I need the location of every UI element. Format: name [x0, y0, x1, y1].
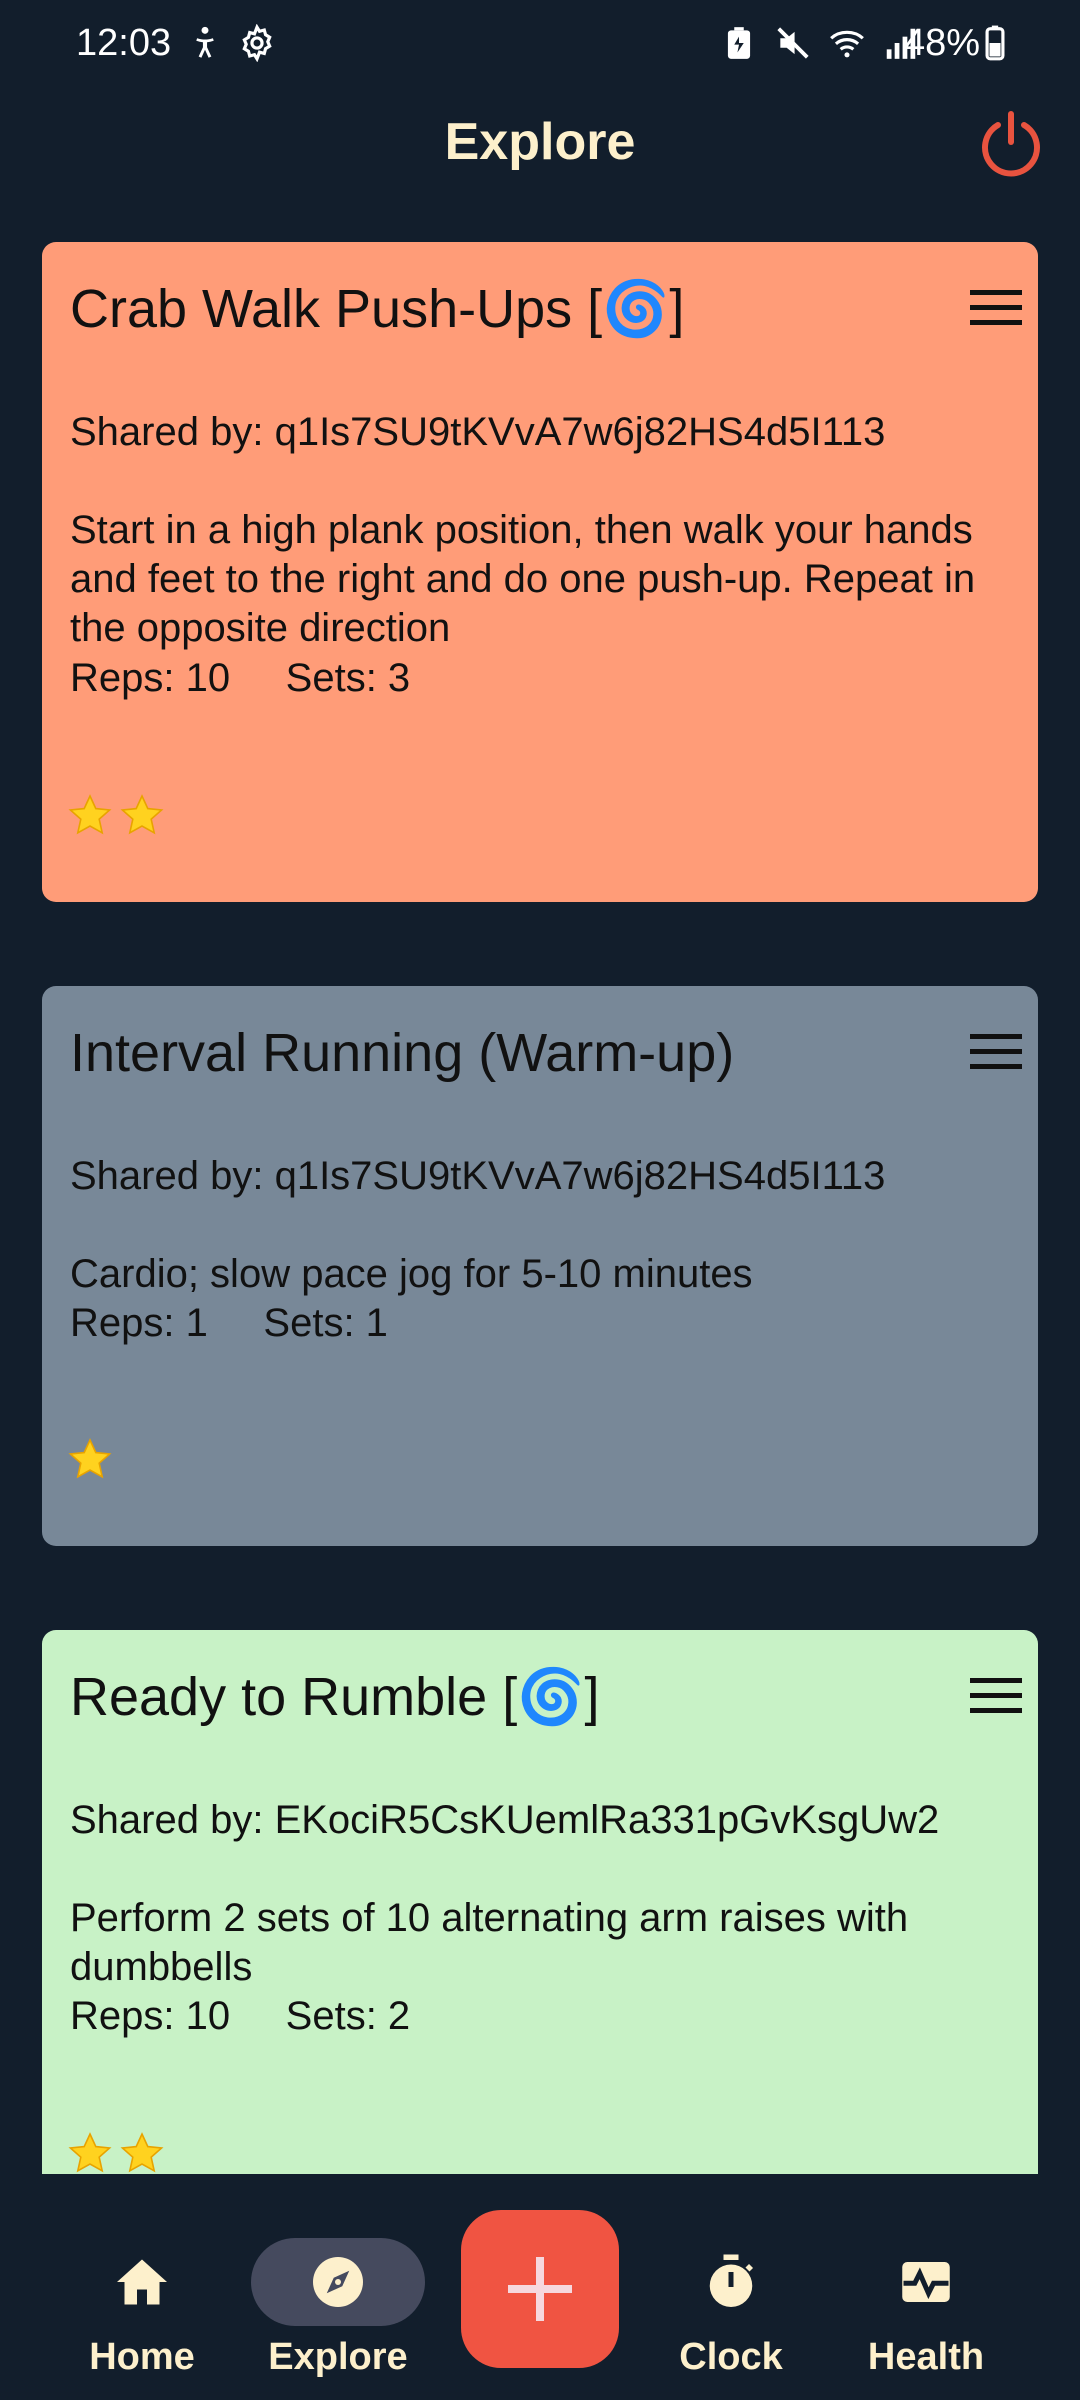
plus-icon — [508, 2257, 572, 2321]
stopwatch-icon — [709, 2254, 754, 2307]
app-header: Explore — [0, 86, 1080, 206]
card-shared-by: Shared by: EKociR5CsKUemlRa331pGvKsgUw2 — [70, 1798, 940, 1842]
card-shared-by: Shared by: q1Is7SU9tKVvA7w6j82HS4d5I113 — [70, 1154, 886, 1198]
menu-icon — [970, 290, 1022, 325]
card-title: Interval Running (Warm-up) — [70, 1023, 735, 1083]
star-icon — [120, 2132, 164, 2173]
nav-label-home: Home — [89, 2336, 195, 2378]
card-menu-button[interactable] — [968, 286, 1024, 330]
star-icon — [68, 2132, 112, 2173]
power-button[interactable] — [976, 108, 1046, 178]
add-exercise-button[interactable] — [461, 2210, 619, 2368]
card-stats: Reps: 10 Sets: 3 — [70, 656, 411, 700]
card-title: Crab Walk Push-Ups [🌀] — [70, 279, 685, 339]
accessibility-icon — [196, 26, 214, 58]
health-icon — [902, 2262, 950, 2302]
star-icon — [68, 794, 112, 835]
card-shared-by: Shared by: q1Is7SU9tKVvA7w6j82HS4d5I113 — [70, 410, 886, 454]
exercise-feed[interactable]: Crab Walk Push-Ups [🌀] Shared by: q1Is7S… — [0, 206, 1080, 2174]
nav-item-clock[interactable]: Clock — [641, 2204, 821, 2378]
battery-percent: 48% — [904, 22, 981, 64]
status-bar: 12:03 48% — [0, 0, 1080, 86]
card-menu-button[interactable] — [968, 1030, 1024, 1074]
nav-item-home[interactable]: Home — [52, 2204, 232, 2378]
card-description: Start in a high plank position, then wal… — [70, 508, 976, 650]
compass-icon — [313, 2257, 363, 2307]
card-description: Perform 2 sets of 10 alternating arm rai… — [70, 1896, 909, 1989]
card-rating — [66, 1436, 114, 1484]
cyclone-emoji: 🌀 — [602, 279, 670, 339]
menu-icon — [970, 1678, 1022, 1713]
bottom-navigation: Home Explore Clock Health — [0, 2174, 1080, 2400]
nav-label-health: Health — [867, 2336, 985, 2378]
page-title: Explore — [444, 113, 636, 171]
mute-icon — [777, 27, 809, 59]
power-icon — [982, 111, 1040, 177]
battery-saver-icon — [727, 27, 751, 59]
star-icon — [120, 794, 164, 835]
wifi-icon — [830, 30, 864, 58]
settings-gear-icon — [242, 24, 272, 62]
card-rating — [66, 2130, 166, 2174]
nav-label-explore: Explore — [268, 2336, 408, 2378]
card-rating — [66, 792, 166, 840]
nav-item-health[interactable]: Health — [836, 2204, 1016, 2378]
card-stats: Reps: 1 Sets: 1 — [70, 1301, 388, 1345]
exercise-card[interactable]: Interval Running (Warm-up) Shared by: q1… — [42, 986, 1038, 1546]
star-icon — [68, 1438, 112, 1479]
exercise-card[interactable]: Crab Walk Push-Ups [🌀] Shared by: q1Is7S… — [42, 242, 1038, 902]
exercise-card[interactable]: Ready to Rumble [🌀] Shared by: EKociR5Cs… — [42, 1630, 1038, 2174]
battery-icon — [985, 25, 1005, 61]
card-menu-button[interactable] — [968, 1674, 1024, 1718]
card-title: Ready to Rumble [🌀] — [70, 1667, 600, 1727]
card-description: Cardio; slow pace jog for 5-10 minutes — [70, 1252, 753, 1296]
menu-icon — [970, 1034, 1022, 1069]
home-icon — [117, 2259, 167, 2305]
status-time: 12:03 — [76, 22, 172, 64]
nav-item-explore[interactable]: Explore — [248, 2204, 428, 2378]
cyclone-emoji: 🌀 — [517, 1667, 585, 1727]
nav-label-clock: Clock — [679, 2336, 783, 2378]
card-stats: Reps: 10 Sets: 2 — [70, 1994, 411, 2038]
